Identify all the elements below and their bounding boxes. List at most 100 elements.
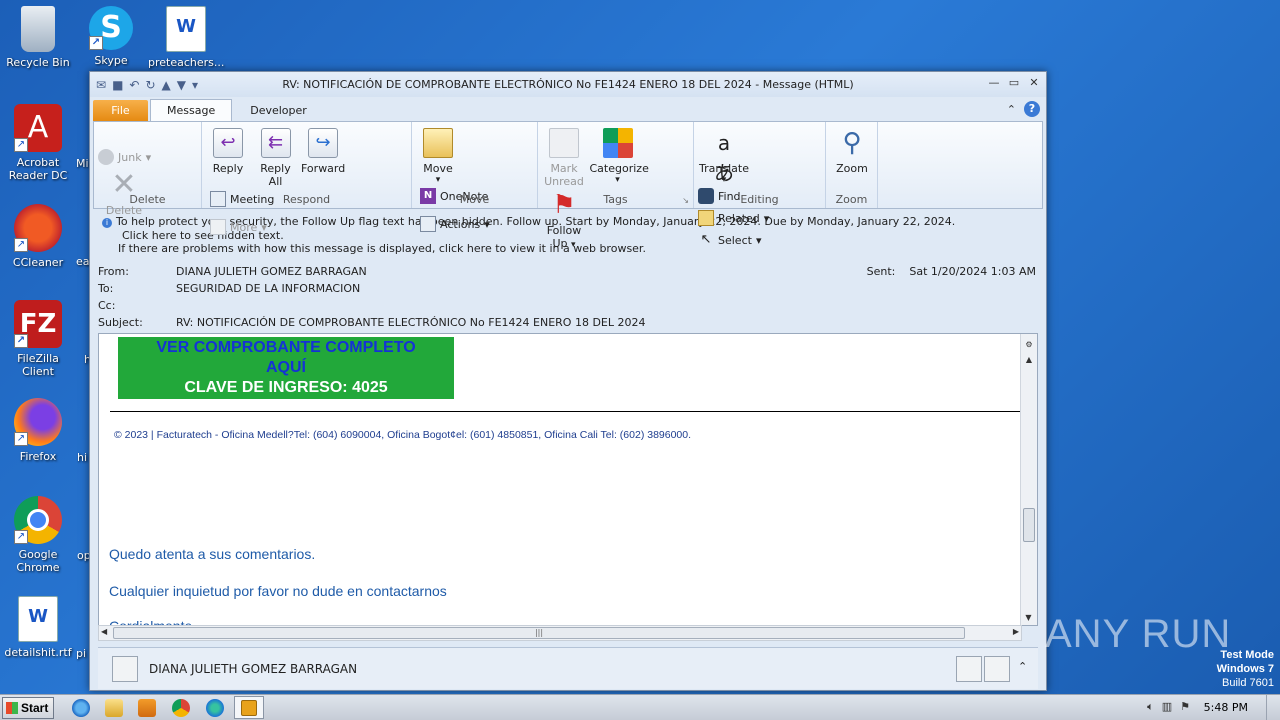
info-icon: i [102, 218, 112, 228]
volume-icon[interactable]: 🔈︎ [1147, 700, 1154, 714]
desktop-icon-ccleaner[interactable]: ↗ CCleaner [0, 204, 76, 269]
move-folder-icon [423, 128, 453, 158]
categorize-button[interactable]: Categorize ▾ [590, 126, 649, 185]
redo-icon[interactable]: ↻ [145, 78, 155, 92]
forward-label: Forward [301, 162, 346, 175]
media-player-icon[interactable] [138, 699, 156, 717]
taskbar: Start 🔈︎ ▥ ⚑ 5:48 PM [0, 694, 1280, 720]
desktop-icon-recycle-bin[interactable]: Recycle Bin [0, 6, 76, 69]
window-controls: — ▭ ✕ [986, 76, 1042, 90]
previous-item-icon[interactable]: ▲ [162, 78, 171, 92]
undo-icon[interactable]: ↶ [129, 78, 139, 92]
file-explorer-icon[interactable] [105, 699, 123, 717]
sent-info: Sent: Sat 1/20/2024 1:03 AM [867, 265, 1036, 278]
desktop-icon-skype[interactable]: S ↗ Skype [73, 6, 149, 67]
group-label-tags: Tags [603, 193, 628, 206]
dropdown-arrow-icon: ▾ [755, 233, 762, 247]
scroll-right-icon[interactable]: ▶ [1013, 627, 1019, 636]
vertical-scroll-thumb[interactable] [1023, 508, 1035, 542]
actions-button[interactable]: Actions ▾ [420, 213, 490, 235]
next-item-icon[interactable]: ▼ [177, 78, 186, 92]
select-cursor-icon: ↖ [700, 232, 712, 247]
move-button[interactable]: Move ▾ [416, 126, 460, 185]
ribbon-tabs: File Message Developer ⌃ ? [90, 97, 1046, 121]
group-respond: ↩ Reply ⇇ Reply All ↪ Forward Meeting Mo… [202, 122, 412, 235]
scroll-settings-icon[interactable]: ⚙ [1022, 337, 1037, 352]
minimize-icon[interactable]: — [986, 76, 1002, 90]
desktop-icon-acrobat[interactable]: A ↗ Acrobat Reader DC [0, 104, 76, 182]
select-button[interactable]: ↖ Select ▾ [698, 229, 769, 251]
select-label: Select [718, 233, 752, 247]
outlook-envelope-icon: ✉ [96, 77, 107, 92]
mark-unread-button[interactable]: Mark Unread [542, 126, 586, 188]
group-label-editing: Editing [740, 193, 779, 206]
desktop-icon-filezilla[interactable]: FZ ↗ FileZilla Client [0, 300, 76, 378]
to-value[interactable]: SEGURIDAD DE LA INFORMACION [176, 282, 360, 295]
title-bar: ✉ ■ ↶ ↻ ▲ ▼ ▾ RV: NOTIFICACIÓN DE COMPRO… [90, 72, 1046, 97]
start-button[interactable]: Start [2, 697, 54, 719]
horizontal-scrollbar[interactable]: ◀ ||| ▶ [98, 625, 1022, 641]
taskbar-clock[interactable]: 5:48 PM [1204, 701, 1248, 714]
close-icon[interactable]: ✕ [1026, 76, 1042, 90]
more-button[interactable]: More ▾ [210, 216, 274, 238]
translate-button[interactable]: aあ Translate ▾ [698, 126, 750, 185]
from-value[interactable]: DIANA JULIETH GOMEZ BARRAGAN [176, 265, 367, 278]
mark-unread-label: Mark [550, 162, 578, 175]
skype-icon: S ↗ [89, 6, 133, 50]
view-invoice-link-button[interactable]: VER COMPROBANTE COMPLETO AQUÍ CLAVE DE I… [118, 337, 454, 399]
action-center-icon[interactable]: ⚑ [1180, 700, 1190, 714]
internet-explorer-icon[interactable] [72, 699, 90, 717]
minimize-ribbon-icon[interactable]: ⌃ [1007, 103, 1016, 116]
tab-file[interactable]: File [93, 100, 148, 121]
desktop-icon-firefox[interactable]: ↗ Firefox [0, 398, 76, 463]
dialog-launcher-icon[interactable]: ↘ [682, 196, 689, 205]
related-button[interactable]: Related ▾ [698, 207, 769, 229]
tab-developer[interactable]: Developer [234, 100, 323, 121]
junk-icon [98, 149, 114, 165]
acrobat-icon: A ↗ [14, 104, 62, 152]
scroll-up-icon[interactable]: ▲ [1022, 352, 1037, 367]
maximize-icon[interactable]: ▭ [1006, 76, 1022, 90]
save-icon[interactable]: ■ [112, 78, 123, 92]
contact-avatar-icon[interactable] [956, 656, 982, 682]
customize-qat-icon[interactable]: ▾ [192, 78, 198, 92]
subject-label: Subject: [98, 316, 143, 329]
desktop-icon-label: Acrobat Reader DC [8, 156, 68, 182]
vertical-scrollbar[interactable]: ⚙ ▲ ▼ [1020, 334, 1037, 625]
sent-label: Sent: [866, 265, 896, 278]
edge-icon[interactable] [206, 699, 224, 717]
zoom-button[interactable]: ⚲ Zoom [830, 126, 874, 175]
junk-button[interactable]: Junk ▾ [98, 146, 151, 168]
desktop-icon-label: preteachers... [148, 56, 225, 69]
desktop-label-partial: ea [76, 255, 90, 268]
horizontal-rule [110, 411, 1021, 412]
categorize-icon [602, 128, 633, 158]
forward-button[interactable]: ↪ Forward [301, 126, 345, 175]
horizontal-scroll-thumb[interactable]: ||| [113, 627, 965, 639]
contact-avatar-icon[interactable] [984, 656, 1010, 682]
desktop-icon-preteachers[interactable]: W preteachers... [148, 6, 224, 69]
message-window: ✉ ■ ↶ ↻ ▲ ▼ ▾ RV: NOTIFICACIÓN DE COMPRO… [89, 71, 1047, 691]
group-zoom: ⚲ Zoom Zoom [826, 122, 878, 208]
show-desktop-button[interactable] [1266, 695, 1280, 720]
help-icon[interactable]: ? [1024, 101, 1040, 117]
reply-label: Reply [212, 162, 244, 175]
scroll-down-icon[interactable]: ▼ [1021, 610, 1036, 625]
build-label: Build 7601 [1222, 677, 1274, 689]
network-icon[interactable]: ▥ [1162, 700, 1172, 714]
people-pane: DIANA JULIETH GOMEZ BARRAGAN ⌃ [98, 647, 1038, 689]
reply-all-button[interactable]: ⇇ Reply All [254, 126, 298, 188]
desktop-icon-detailshit[interactable]: W detailshit.rtf [0, 596, 76, 659]
expand-people-pane-icon[interactable]: ⌃ [1018, 660, 1027, 673]
cc-label: Cc: [98, 299, 116, 312]
reply-button[interactable]: ↩ Reply [206, 126, 250, 175]
desktop-icon-chrome[interactable]: ↗ Google Chrome [0, 496, 76, 574]
mark-unread-icon [549, 128, 579, 158]
scroll-left-icon[interactable]: ◀ [101, 627, 107, 636]
shortcut-arrow-icon: ↗ [14, 138, 28, 152]
outlook-taskbar-button[interactable] [234, 696, 264, 719]
chrome-taskbar-icon[interactable] [172, 699, 190, 717]
tab-message[interactable]: Message [150, 99, 233, 121]
reply-all-label-2: All [268, 175, 283, 188]
people-pane-name[interactable]: DIANA JULIETH GOMEZ BARRAGAN [149, 662, 357, 676]
